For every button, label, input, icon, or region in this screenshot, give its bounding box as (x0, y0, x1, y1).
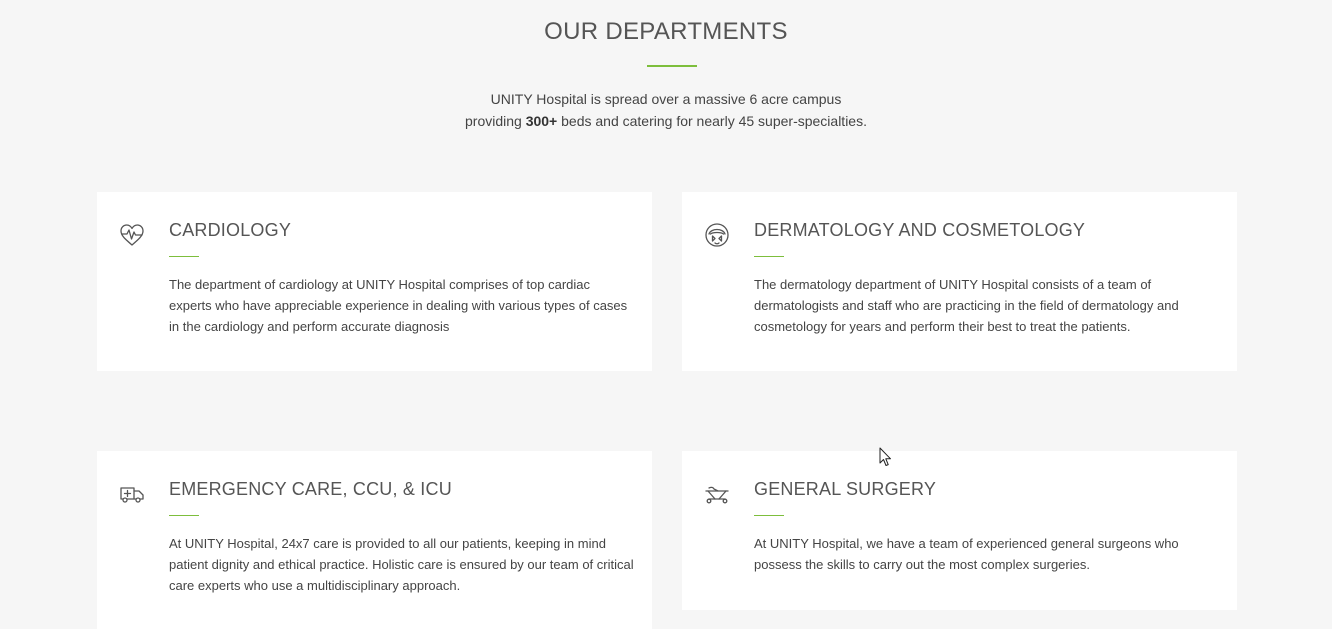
department-title[interactable]: DERMATOLOGY AND COSMETOLOGY (754, 220, 1085, 241)
title-divider (647, 65, 697, 67)
intro-line-2: providing 300+ beds and catering for nea… (0, 110, 1332, 132)
heart-pulse-icon (119, 222, 145, 248)
department-description: At UNITY Hospital, 24x7 care is provided… (169, 536, 634, 593)
title-underline (754, 515, 784, 516)
face-skin-icon (704, 222, 730, 248)
department-title[interactable]: GENERAL SURGERY (754, 479, 936, 500)
department-card-general-surgery[interactable]: GENERAL SURGERY At UNITY Hospital, we ha… (682, 451, 1237, 610)
intro-line-2-suffix: beds and catering for nearly 45 super-sp… (557, 113, 867, 129)
department-title[interactable]: CARDIOLOGY (169, 220, 291, 241)
title-underline (169, 256, 199, 257)
title-underline (754, 256, 784, 257)
department-description: At UNITY Hospital, we have a team of exp… (754, 536, 1179, 572)
section-title: OUR DEPARTMENTS (544, 18, 788, 45)
ambulance-icon (119, 481, 145, 507)
intro-line-2-prefix: providing (465, 113, 526, 129)
department-description: The dermatology department of UNITY Hosp… (754, 277, 1179, 334)
department-card-cardiology[interactable]: CARDIOLOGY The department of cardiology … (97, 192, 652, 371)
department-description: The department of cardiology at UNITY Ho… (169, 277, 628, 334)
section-intro: UNITY Hospital is spread over a massive … (0, 88, 1332, 132)
department-card-dermatology[interactable]: DERMATOLOGY AND COSMETOLOGY The dermatol… (682, 192, 1237, 371)
title-underline (169, 515, 199, 516)
mouse-cursor-icon (879, 447, 891, 466)
beds-count: 300+ (525, 113, 558, 129)
intro-line-1: UNITY Hospital is spread over a massive … (490, 91, 842, 107)
department-card-emergency[interactable]: EMERGENCY CARE, CCU, & ICU At UNITY Hosp… (97, 451, 652, 629)
department-title[interactable]: EMERGENCY CARE, CCU, & ICU (169, 479, 452, 500)
stretcher-icon (704, 481, 730, 507)
